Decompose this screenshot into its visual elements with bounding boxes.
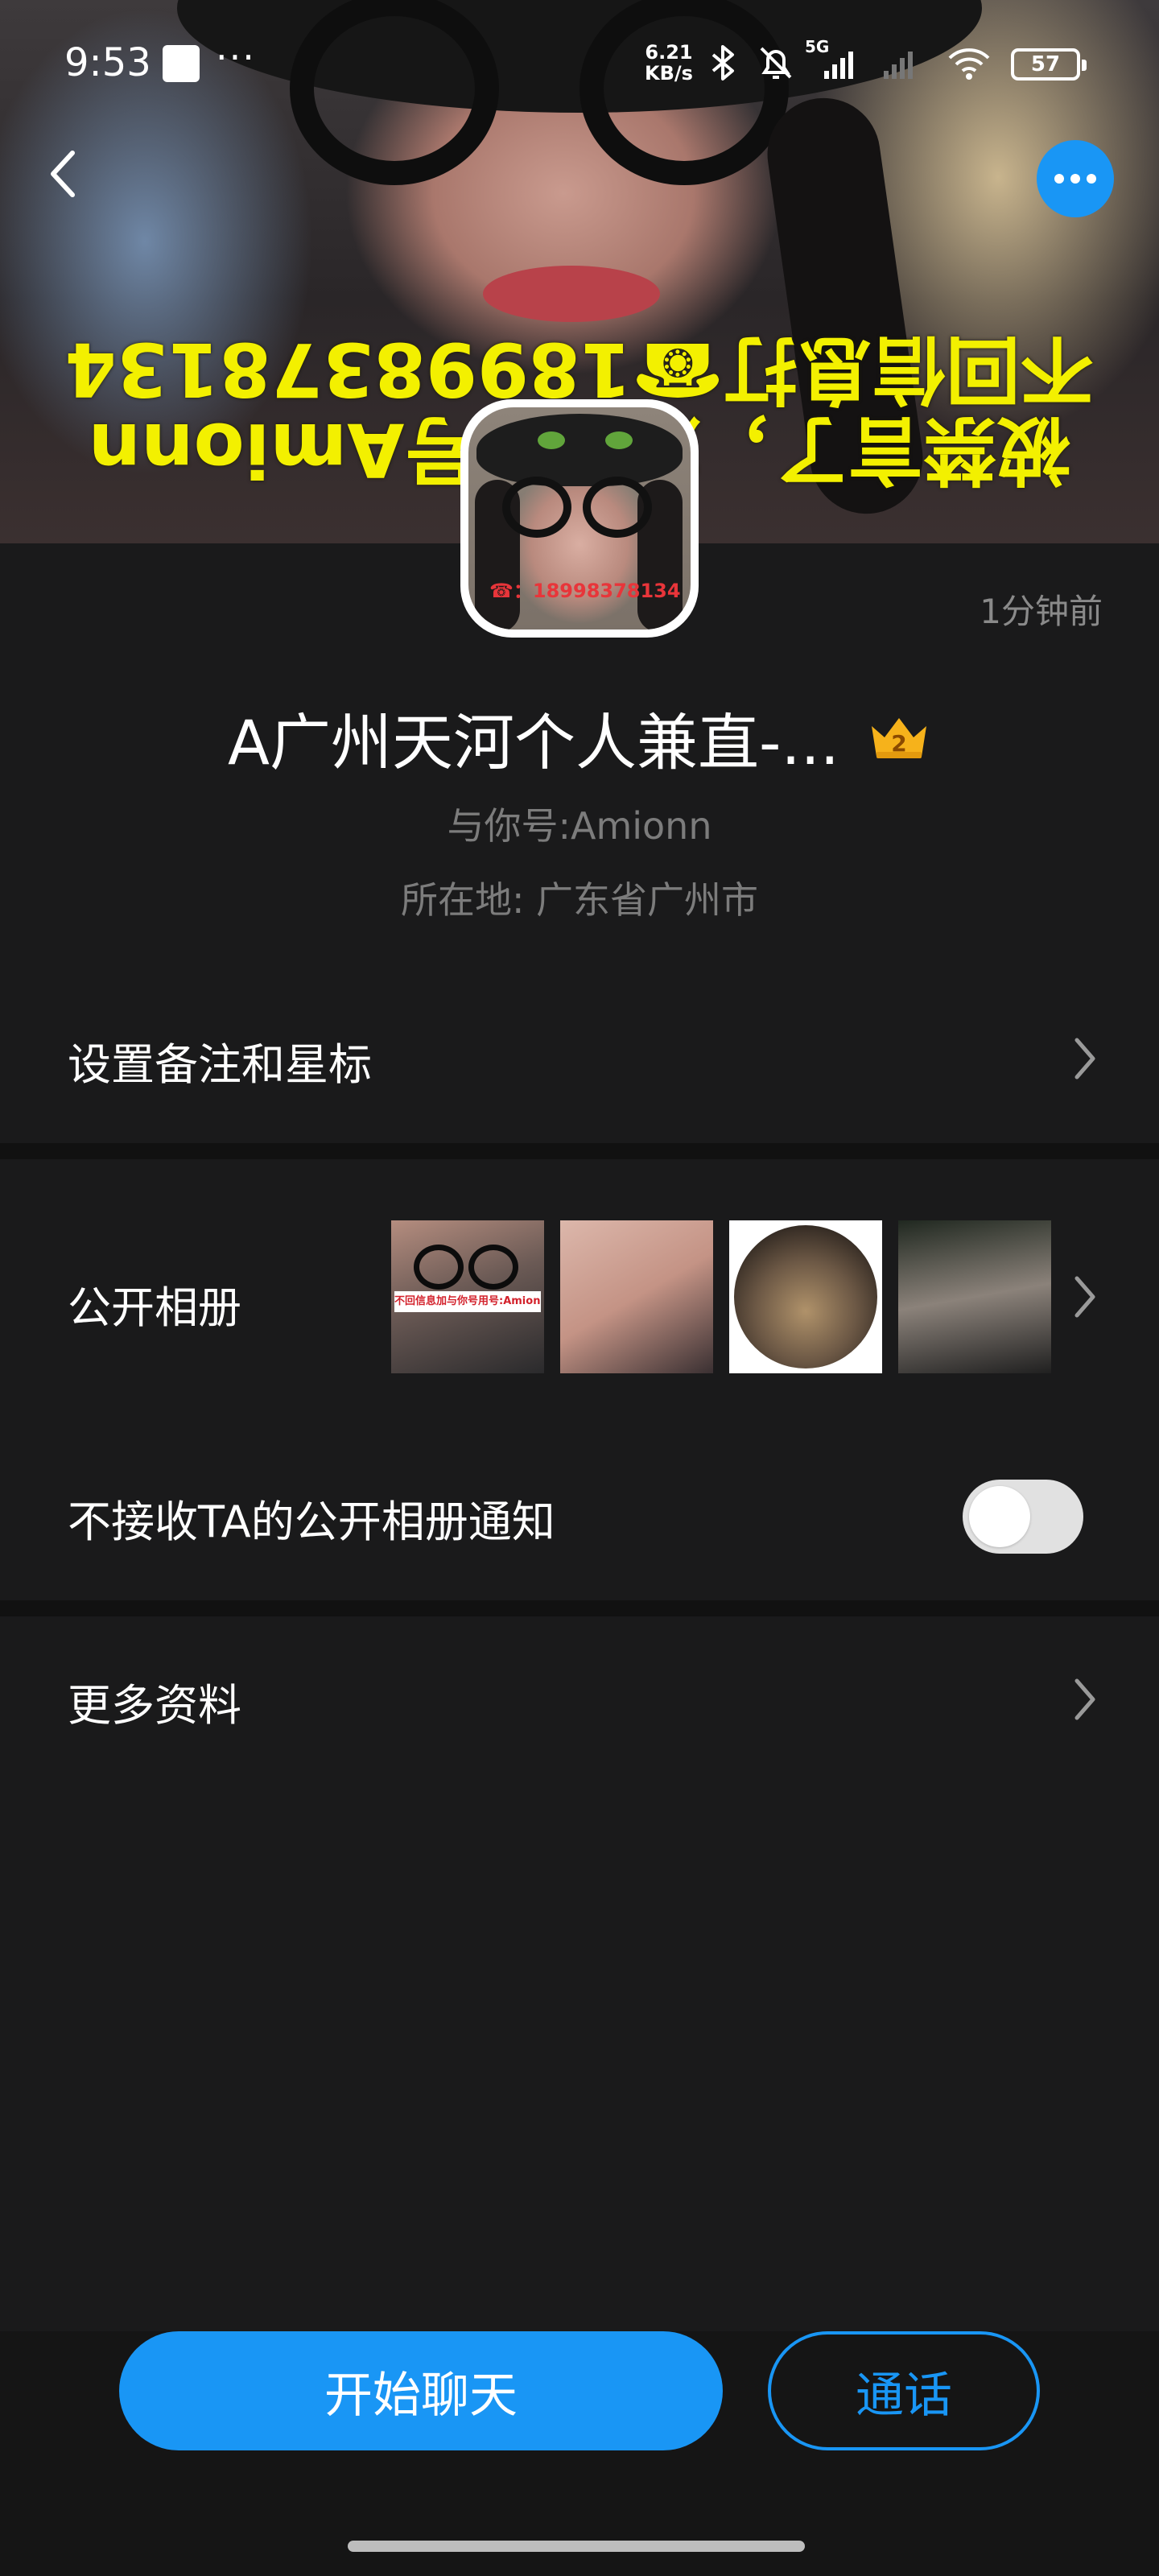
avatar-image: ☎：18998378134 (468, 407, 691, 630)
album-photo[interactable] (560, 1220, 713, 1373)
section-divider (0, 1143, 1159, 1159)
app-notification-icon (163, 45, 200, 82)
crown-badge-icon: 2 (871, 718, 926, 758)
photo-glasses (468, 1245, 518, 1290)
album-photo[interactable] (898, 1220, 1051, 1373)
last-active-time: 1分钟前 (980, 592, 1103, 631)
avatar[interactable]: ☎：18998378134 (460, 399, 699, 638)
more-info-row[interactable]: 更多资料 (0, 1634, 1159, 1763)
avatar-hat (476, 414, 683, 486)
more-options-button[interactable] (1037, 140, 1114, 217)
profile-page: 不回信息打☎18998378134 被禁言了，加与你号Amionn 9:53 ·… (0, 0, 1159, 2576)
avatar-hat-decoration (538, 431, 565, 449)
display-name: A广州天河个人兼直-... (228, 707, 839, 778)
network-speed-value: 6.21 (645, 41, 693, 64)
section-divider (0, 1600, 1159, 1616)
battery-icon: 57 (1011, 48, 1087, 80)
chevron-right-icon (1074, 1276, 1095, 1318)
public-album-label: 公开相册 (68, 1282, 241, 1333)
photo-glasses (414, 1245, 464, 1290)
avatar-phone-tag: ☎：18998378134 (489, 580, 681, 602)
mute-album-toggle[interactable] (963, 1480, 1083, 1554)
status-bar: 9:53 ··· 6.21 KB/s 5G 57 (0, 0, 1159, 129)
chevron-right-icon (1074, 1038, 1095, 1080)
network-speed-unit: KB/s (645, 62, 693, 85)
toggle-knob (969, 1486, 1030, 1547)
location: 所在地: 广东省广州市 (400, 878, 759, 922)
remark-star-label: 设置备注和星标 (68, 1039, 372, 1090)
album-photo[interactable] (729, 1220, 882, 1373)
more-dot-icon (1087, 174, 1096, 184)
album-photo[interactable]: 不回信息加与你号用号:Amionk (391, 1220, 544, 1373)
remark-star-row[interactable]: 设置备注和星标 (0, 998, 1159, 1119)
mute-album-label: 不接收TA的公开相册通知 (68, 1496, 555, 1547)
name-row: A广州天河个人兼直-... 2 (0, 697, 1159, 778)
home-indicator[interactable] (348, 2541, 805, 2552)
more-dot-icon (1070, 174, 1080, 184)
back-arrow-icon[interactable] (35, 145, 93, 203)
more-dot-icon (1054, 174, 1064, 184)
avatar-glasses-left (502, 477, 571, 538)
account-id: 与你号:Amionn (447, 804, 712, 848)
album-photo-room (734, 1225, 877, 1368)
call-button[interactable]: 通话 (768, 2331, 1040, 2450)
mute-bell-icon (760, 47, 792, 79)
more-notifications-icon: ··· (216, 35, 256, 79)
start-chat-button[interactable]: 开始聊天 (119, 2331, 723, 2450)
status-time: 9:53 (64, 40, 151, 85)
crown-level: 2 (891, 730, 906, 757)
bluetooth-icon (711, 45, 734, 80)
more-info-label: 更多资料 (68, 1680, 241, 1731)
signal-strength-2-icon (884, 52, 913, 79)
wifi-icon (948, 48, 990, 80)
avatar-hat-decoration (605, 431, 633, 449)
chevron-right-icon (1074, 1678, 1095, 1720)
cover-lips (483, 266, 660, 322)
signal-strength-icon (824, 52, 853, 79)
album-photo-caption: 不回信息加与你号用号:Amionk (394, 1291, 541, 1312)
album-thumbnails: 不回信息加与你号用号:Amionk (391, 1220, 1051, 1373)
avatar-glasses-right (583, 477, 652, 538)
network-speed: 6.21 KB/s (642, 42, 695, 84)
